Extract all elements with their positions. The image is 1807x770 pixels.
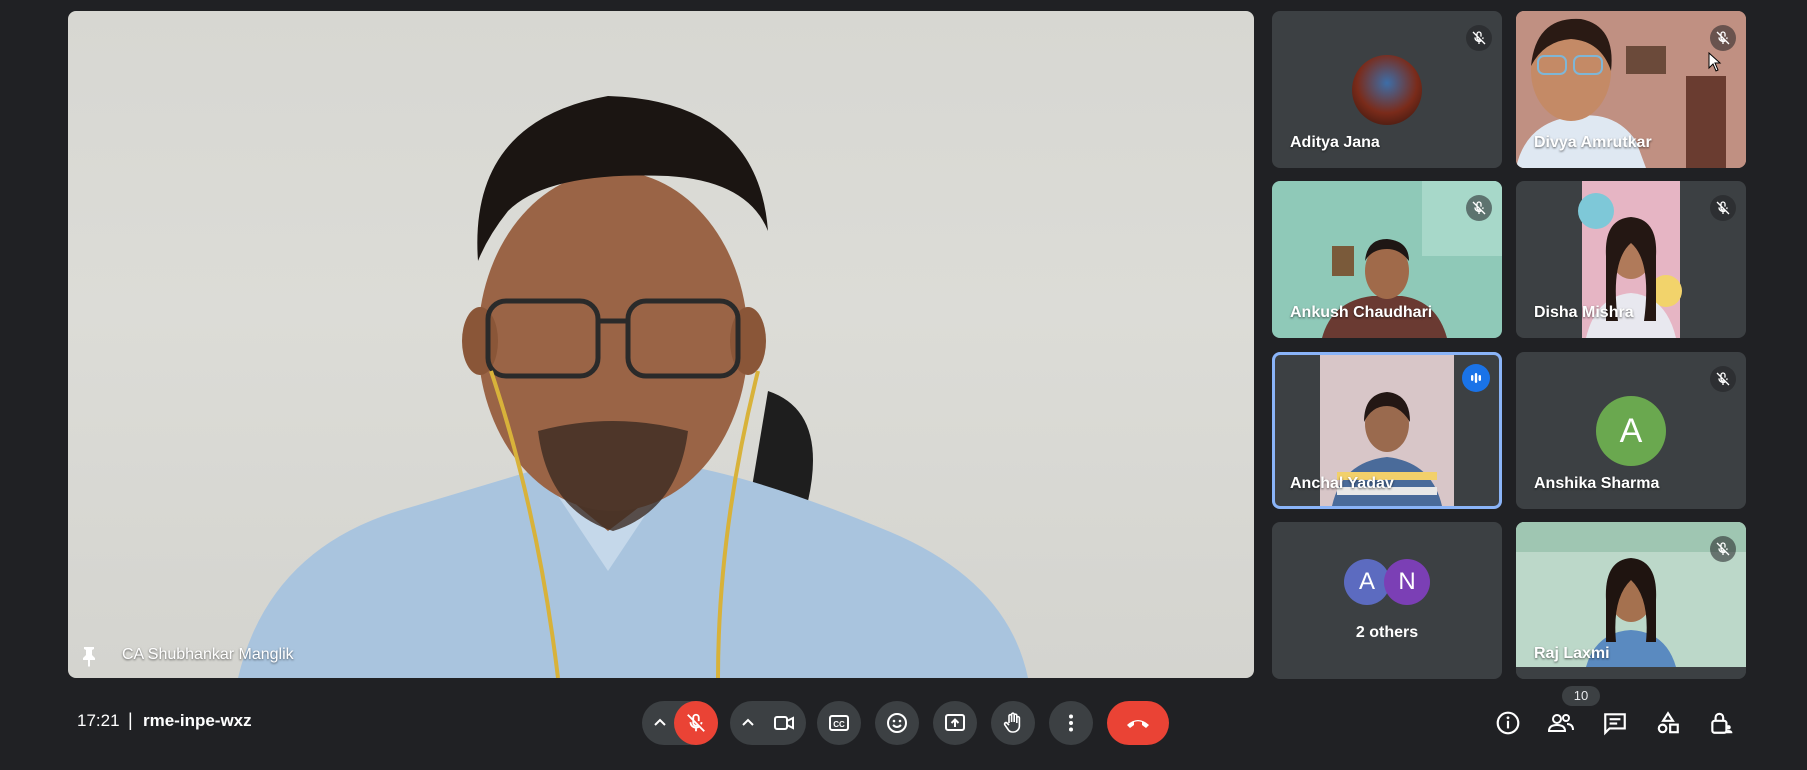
info-icon: [1496, 711, 1520, 735]
present-screen-icon: [945, 714, 965, 731]
participant-name: Anshika Sharma: [1534, 475, 1660, 492]
participant-name: Anchal Yadav: [1290, 475, 1394, 492]
main-speaker-name: CA Shubhankar Manglik: [122, 646, 294, 663]
participant-name: Aditya Jana: [1290, 134, 1380, 151]
participant-name: Divya Amrutkar: [1534, 134, 1652, 151]
participant-tile-aditya-jana[interactable]: Aditya Jana: [1272, 11, 1502, 168]
chat-icon: [1604, 713, 1626, 736]
participant-tile-anchal-yadav[interactable]: Anchal Yadav: [1272, 352, 1502, 509]
emoji-smile-icon: [887, 713, 907, 733]
leave-call-button[interactable]: [1107, 701, 1169, 745]
mic-off-icon: [1710, 366, 1736, 392]
shapes-activities-icon: [1657, 711, 1679, 734]
meeting-time: 17:21: [77, 711, 120, 730]
participant-name: Disha Mishra: [1534, 304, 1634, 321]
lock-person-icon: [1711, 712, 1733, 734]
separator: |: [128, 710, 133, 730]
pin-icon[interactable]: [78, 644, 102, 668]
host-controls-button[interactable]: [1703, 705, 1739, 741]
end-call-icon: [1127, 720, 1149, 728]
meeting-code: rme-inpe-wxz: [143, 711, 252, 730]
svg-text:CC: CC: [833, 720, 845, 729]
raise-hand-button[interactable]: [991, 701, 1035, 745]
profile-photo-avatar: [1352, 55, 1422, 125]
raise-hand-icon: [1003, 712, 1021, 733]
reactions-button[interactable]: [875, 701, 919, 745]
others-tile[interactable]: A N 2 others: [1272, 522, 1502, 679]
mouse-cursor-icon: [1708, 52, 1722, 72]
activities-button[interactable]: [1650, 705, 1686, 741]
participant-tile-ankush-chaudhari[interactable]: Ankush Chaudhari: [1272, 181, 1502, 338]
people-count-badge: 10: [1562, 686, 1600, 706]
video-control-group: [730, 701, 806, 745]
audio-options-chevron-icon[interactable]: [650, 713, 670, 733]
main-speaker-tile[interactable]: CA Shubhankar Manglik: [68, 11, 1254, 678]
people-button[interactable]: [1543, 705, 1579, 741]
people-icon: [1547, 714, 1574, 732]
meeting-details-button[interactable]: [1490, 705, 1526, 741]
present-screen-button[interactable]: [933, 701, 977, 745]
speaking-indicator-icon: [1462, 364, 1490, 392]
chat-button[interactable]: [1597, 705, 1633, 741]
camera-toggle-button[interactable]: [762, 701, 806, 745]
mic-off-icon: [1710, 536, 1736, 562]
video-options-chevron-icon[interactable]: [738, 713, 758, 733]
closed-captions-icon: CC: [829, 715, 849, 731]
microphone-toggle-button[interactable]: [674, 701, 718, 745]
mic-off-icon: [1710, 25, 1736, 51]
avatar-letter: N: [1384, 559, 1430, 605]
main-speaker-video: [238, 96, 1028, 678]
audio-control-group: [642, 701, 718, 745]
mic-off-icon: [1466, 195, 1492, 221]
video-camera-icon: [774, 716, 794, 730]
participant-tile-raj-laxmi[interactable]: Raj Laxmi: [1516, 522, 1746, 679]
others-label: 2 others: [1355, 624, 1419, 641]
meeting-control-bar: 17:21 | rme-inpe-wxz CC 10: [0, 686, 1807, 756]
captions-button[interactable]: CC: [817, 701, 861, 745]
participant-tile-anshika-sharma[interactable]: A Anshika Sharma: [1516, 352, 1746, 509]
more-vertical-icon: [1069, 714, 1073, 732]
participant-name: Raj Laxmi: [1534, 645, 1610, 662]
participant-tile-disha-mishra[interactable]: Disha Mishra: [1516, 181, 1746, 338]
mic-off-icon: [1466, 25, 1492, 51]
more-options-button[interactable]: [1049, 701, 1093, 745]
mic-off-icon: [687, 713, 705, 732]
avatar-letter: A: [1596, 396, 1666, 466]
mic-off-icon: [1710, 195, 1736, 221]
participant-name: Ankush Chaudhari: [1290, 304, 1433, 321]
participant-tile-divya-amrutkar[interactable]: Divya Amrutkar: [1516, 11, 1746, 168]
